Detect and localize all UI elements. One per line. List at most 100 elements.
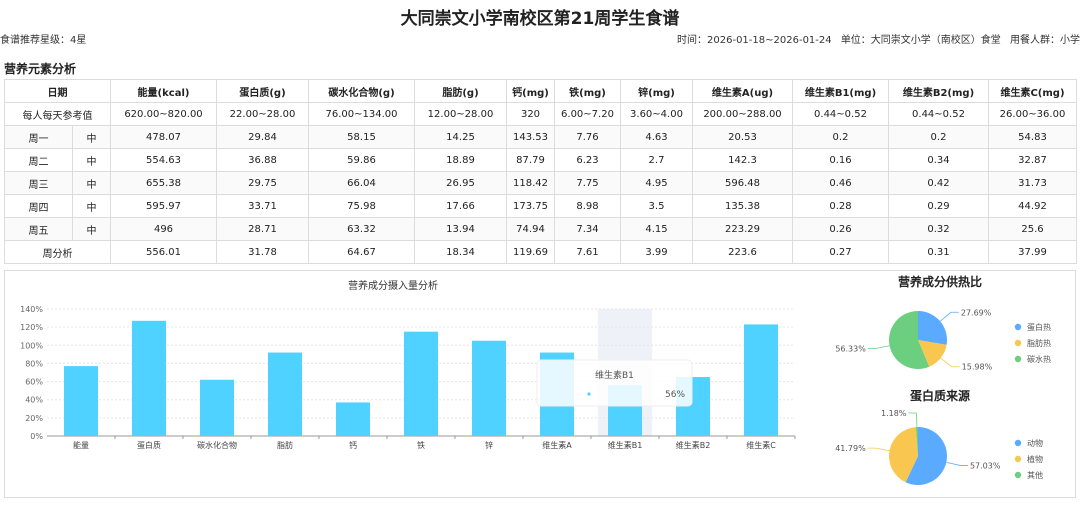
table-row-summary: 周分析 556.01 31.78 64.67 18.34 119.69 7.61 3.99 22… (4, 240, 1077, 264)
table-cell: 58.15 (308, 125, 415, 149)
table-row: 周五中 496 28.71 63.32 13.94 74.94 7.34 4.15 223.29… (4, 217, 1077, 241)
row-label: 每人每天参考值 (4, 102, 111, 126)
bar-chart: 0% 20% 40% 60% 80% 100% 120% 140% 能量 蛋白质 碳水化合物 脂肪 钙 铁… (20, 305, 796, 450)
table-cell: 26.95 (414, 171, 507, 195)
bar (472, 340, 506, 436)
bar-x-tick-label: 蛋白质 (137, 440, 161, 450)
table-cell: 54.83 (988, 125, 1077, 149)
table-cell: 0.44~0.52 (888, 102, 989, 126)
table-cell: 3.60~4.00 (620, 102, 693, 126)
table-cell: 0.46 (792, 171, 889, 195)
table-cell: 320 (506, 102, 555, 126)
pie-legend-marker (1014, 439, 1022, 447)
day-label: 周五 (4, 217, 73, 241)
table-cell: 13.94 (414, 217, 507, 241)
bar-y-tick-label: 100% (20, 341, 43, 350)
table-cell: 223.6 (692, 240, 793, 264)
bar (200, 379, 234, 436)
table-header: 锌(mg) (620, 79, 693, 103)
table-cell: 596.48 (692, 171, 793, 195)
table-cell: 6.00~7.20 (554, 102, 621, 126)
table-cell: 4.63 (620, 125, 693, 149)
nutrition-table: 日期 能量(kcal) 蛋白质(g) 碳水化合物(g) 脂肪(g) 钙(mg) … (4, 79, 1077, 264)
pie-heat-ratio: 27.69% 15.98% 56.33% 蛋白热脂肪热碳水热 (835, 308, 1051, 371)
bar-chart-title: 营养成分摄入量分析 (348, 279, 438, 292)
pie-legend-label: 脂肪热 (1027, 338, 1051, 348)
pie-leader-line (946, 461, 968, 466)
table-cell: 29.84 (216, 125, 309, 149)
table-cell: 135.38 (692, 194, 793, 218)
table-cell: 0.28 (792, 194, 889, 218)
pie-value-label: 41.79% (835, 444, 866, 453)
pie-legend-marker (1014, 471, 1022, 479)
pie-legend-marker (1014, 455, 1022, 463)
pie-legend-marker (1014, 339, 1022, 347)
table-cell: 18.89 (414, 148, 507, 172)
table-cell: 22.00~28.00 (216, 102, 309, 126)
table-cell: 29.75 (216, 171, 309, 195)
table-cell: 143.53 (506, 125, 555, 149)
table-cell: 0.16 (792, 148, 889, 172)
bar-x-tick-label: 碳水化合物 (197, 440, 237, 450)
pie-value-label: 15.98% (962, 363, 993, 372)
table-cell: 2.7 (620, 148, 693, 172)
table-cell: 31.78 (216, 240, 309, 264)
table-cell: 63.32 (308, 217, 415, 241)
bar-y-tick-label: 0% (30, 432, 43, 441)
pie-leader-line (939, 311, 959, 322)
table-cell: 118.42 (506, 171, 555, 195)
pie-legend-marker (1014, 323, 1022, 331)
pie-legend-label: 植物 (1027, 454, 1043, 464)
bar (404, 331, 438, 436)
meal-label: 中 (72, 217, 111, 241)
bar (744, 324, 778, 436)
table-cell: 7.61 (554, 240, 621, 264)
table-header-row: 日期 能量(kcal) 蛋白质(g) 碳水化合物(g) 脂肪(g) 钙(mg) … (4, 79, 1077, 103)
meta-info: 时间：2026-01-18~2026-01-24 单位：大同崇文小学（南校区）食… (671, 31, 1080, 46)
table-cell: 18.34 (414, 240, 507, 264)
table-cell: 36.88 (216, 148, 309, 172)
table-cell: 87.79 (506, 148, 555, 172)
table-cell: 556.01 (110, 240, 217, 264)
bar-x-tick-label: 脂肪 (277, 440, 293, 450)
table-cell: 0.31 (888, 240, 989, 264)
meta-audience: 用餐人群：小学 (1010, 35, 1080, 46)
table-header: 钙(mg) (506, 79, 555, 103)
table-row: 周一中 478.07 29.84 58.15 14.25 143.53 7.76 4.63 20… (4, 125, 1077, 149)
table-header: 碳水化合物(g) (308, 79, 415, 103)
table-row: 周四中 595.97 33.71 75.98 17.66 173.75 8.98 3.5 135… (4, 194, 1077, 218)
table-cell: 655.38 (110, 171, 217, 195)
table-cell: 44.92 (988, 194, 1077, 218)
meta-unit: 单位：大同崇文小学（南校区）食堂 (840, 35, 1001, 46)
table-cell: 66.04 (308, 171, 415, 195)
bar-tooltip-category: 维生素B1 (595, 369, 634, 381)
row-label: 周分析 (4, 240, 111, 264)
table-cell: 20.53 (692, 125, 793, 149)
pie-protein-source: 57.03% 41.79% 1.18% 动物植物其他 (835, 409, 1043, 485)
table-cell: 496 (110, 217, 217, 241)
table-cell: 75.98 (308, 194, 415, 218)
table-cell: 64.67 (308, 240, 415, 264)
bar-tooltip-marker (587, 392, 591, 396)
bar-tooltip-value: 56% (665, 390, 685, 400)
pie-leader-line (867, 345, 890, 349)
table-cell: 25.6 (988, 217, 1077, 241)
table-cell: 0.42 (888, 171, 989, 195)
table-cell: 76.00~134.00 (308, 102, 415, 126)
meta-time: 时间：2026-01-18~2026-01-24 (677, 35, 832, 46)
page-title: 大同崇文小学南校区第21周学生食谱 (400, 9, 680, 29)
table-cell: 478.07 (110, 125, 217, 149)
table-cell: 8.98 (554, 194, 621, 218)
day-label: 周四 (4, 194, 73, 218)
table-cell: 32.87 (988, 148, 1077, 172)
recipe-rating: 食谱推荐星级：4星 (0, 35, 87, 46)
table-cell: 74.94 (506, 217, 555, 241)
bar (336, 402, 370, 436)
table-cell: 28.71 (216, 217, 309, 241)
table-cell: 0.29 (888, 194, 989, 218)
pie-leader-line (867, 447, 890, 452)
meal-label: 中 (72, 125, 111, 149)
bar-x-tick-label: 维生素A (542, 440, 572, 450)
pie-leader-line (908, 412, 918, 428)
pie-legend-label: 其他 (1027, 470, 1043, 480)
